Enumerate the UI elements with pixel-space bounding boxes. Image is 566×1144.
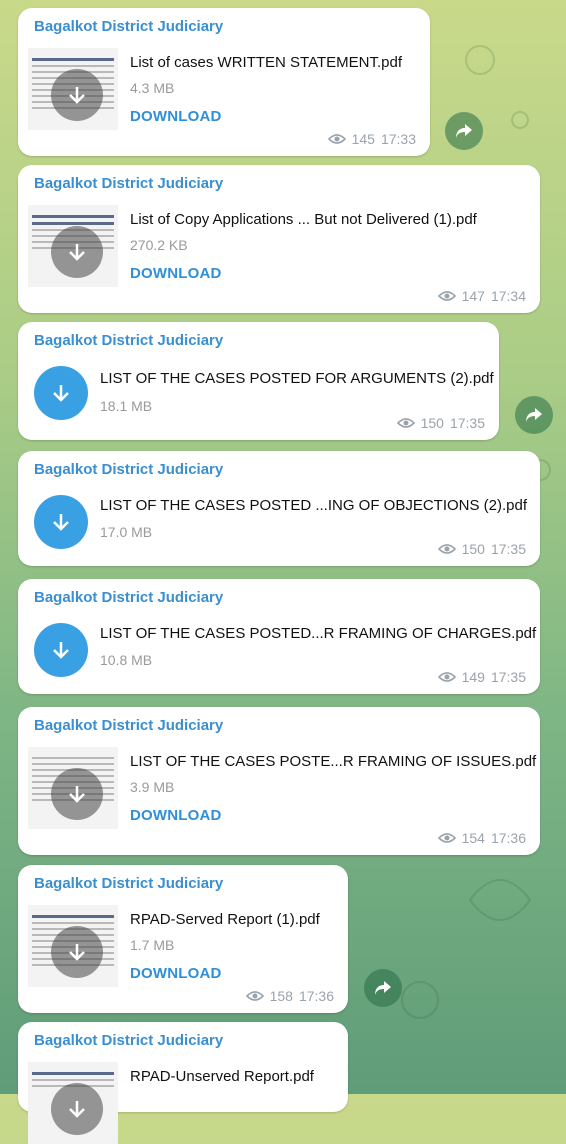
message-time: 17:35 (490, 541, 526, 557)
share-icon (375, 981, 391, 995)
message-3: Bagalkot District Judiciary LIST OF THE … (18, 322, 499, 440)
file-size: 3.9 MB (130, 779, 175, 795)
download-arrow-icon[interactable] (51, 226, 103, 278)
forward-button[interactable] (445, 112, 483, 150)
document-thumbnail[interactable] (28, 905, 118, 987)
document-thumbnail[interactable] (28, 1062, 118, 1144)
views-icon (396, 418, 415, 428)
download-arrow-icon[interactable] (51, 69, 103, 121)
channel-name[interactable]: Bagalkot District Judiciary (34, 175, 223, 192)
file-size: 18.1 MB (100, 398, 153, 414)
message-meta: 149 17:35 (437, 669, 526, 685)
channel-name[interactable]: Bagalkot District Judiciary (34, 1032, 223, 1049)
message-meta: 150 17:35 (437, 541, 526, 557)
views-icon (327, 134, 346, 144)
views-icon (437, 544, 456, 554)
message-1: Bagalkot District Judiciary List of case… (18, 8, 430, 156)
views-count: 158 (269, 988, 293, 1004)
views-count: 150 (461, 541, 485, 557)
file-name: RPAD-Served Report (1).pdf (130, 911, 320, 928)
file-size: 4.3 MB (130, 80, 175, 96)
message-7: Bagalkot District Judiciary RPAD-Served … (18, 865, 348, 1013)
channel-name[interactable]: Bagalkot District Judiciary (34, 589, 223, 606)
message-time: 17:36 (298, 988, 334, 1004)
views-icon (437, 833, 456, 843)
message-5: Bagalkot District Judiciary LIST OF THE … (18, 579, 540, 694)
download-arrow-icon (53, 642, 69, 659)
message-4: Bagalkot District Judiciary LIST OF THE … (18, 451, 540, 566)
channel-name[interactable]: Bagalkot District Judiciary (34, 332, 223, 349)
message-time: 17:35 (449, 415, 485, 431)
file-name: LIST OF THE CASES POSTED ...ING OF OBJEC… (100, 497, 528, 514)
message-2: Bagalkot District Judiciary List of Copy… (18, 165, 540, 313)
document-thumbnail[interactable] (28, 205, 118, 287)
download-button[interactable]: DOWNLOAD (130, 807, 222, 824)
download-button[interactable]: DOWNLOAD (130, 965, 222, 982)
message-time: 17:36 (490, 830, 526, 846)
message-meta: 147 17:34 (437, 288, 526, 304)
message-meta: 150 17:35 (396, 415, 485, 431)
download-circle-button[interactable] (34, 623, 88, 677)
views-count: 149 (461, 669, 485, 685)
views-count: 154 (461, 830, 485, 846)
message-8: Bagalkot District Judiciary RPAD-Unserve… (18, 1022, 348, 1144)
forward-button[interactable] (364, 969, 402, 1007)
views-count: 150 (420, 415, 444, 431)
download-button[interactable]: DOWNLOAD (130, 108, 222, 125)
file-name: List of cases WRITTEN STATEMENT.pdf (130, 54, 402, 71)
file-name: LIST OF THE CASES POSTE...R FRAMING OF I… (130, 753, 537, 770)
document-thumbnail[interactable] (28, 48, 118, 130)
views-count: 145 (351, 131, 375, 147)
file-name: LIST OF THE CASES POSTED...R FRAMING OF … (100, 625, 537, 642)
channel-name[interactable]: Bagalkot District Judiciary (34, 717, 223, 734)
message-6: Bagalkot District Judiciary LIST OF THE … (18, 707, 540, 855)
file-size: 17.0 MB (100, 524, 153, 540)
share-icon (456, 124, 472, 138)
message-time: 17:35 (490, 669, 526, 685)
download-arrow-icon[interactable] (51, 1083, 103, 1135)
download-circle-button[interactable] (34, 366, 88, 420)
download-button[interactable]: DOWNLOAD (130, 265, 222, 282)
download-arrow-icon[interactable] (51, 768, 103, 820)
file-size: 270.2 KB (130, 237, 188, 253)
channel-name[interactable]: Bagalkot District Judiciary (34, 18, 223, 35)
message-time: 17:34 (490, 288, 526, 304)
download-arrow-icon (53, 385, 69, 402)
message-time: 17:33 (380, 131, 416, 147)
file-size: 10.8 MB (100, 652, 153, 668)
channel-name[interactable]: Bagalkot District Judiciary (34, 461, 223, 478)
message-meta: 158 17:36 (245, 988, 334, 1004)
download-circle-button[interactable] (34, 495, 88, 549)
share-icon (526, 408, 542, 422)
views-icon (245, 991, 264, 1001)
channel-name[interactable]: Bagalkot District Judiciary (34, 875, 223, 892)
file-name: List of Copy Applications ... But not De… (130, 211, 477, 228)
download-arrow-icon (53, 514, 69, 531)
document-thumbnail[interactable] (28, 747, 118, 829)
file-name: LIST OF THE CASES POSTED FOR ARGUMENTS (… (100, 370, 494, 387)
forward-button[interactable] (515, 396, 553, 434)
views-icon (437, 672, 456, 682)
message-meta: 145 17:33 (327, 131, 416, 147)
views-count: 147 (461, 288, 485, 304)
message-meta: 154 17:36 (437, 830, 526, 846)
file-size: 1.7 MB (130, 937, 175, 953)
views-icon (437, 291, 456, 301)
download-arrow-icon[interactable] (51, 926, 103, 978)
file-name: RPAD-Unserved Report.pdf (130, 1068, 314, 1085)
